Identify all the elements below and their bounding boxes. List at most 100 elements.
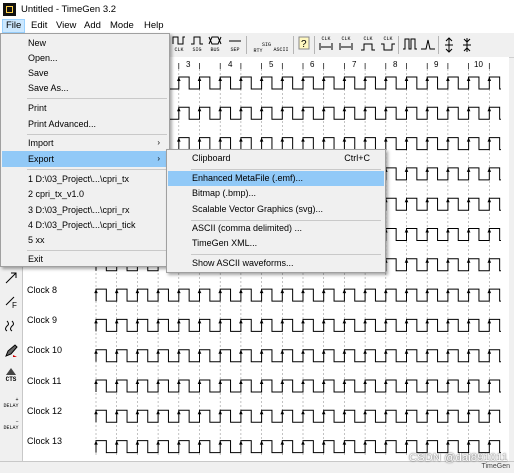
rising-edge-arrow xyxy=(197,349,202,354)
rising-edge-arrow xyxy=(404,137,409,142)
rising-edge-arrow xyxy=(425,228,429,233)
clk-edge-button[interactable]: CLK xyxy=(318,36,334,53)
file-menu: New Open... Save Save As... Print Print … xyxy=(0,33,170,267)
add-separator-button[interactable]: SEP xyxy=(228,36,242,53)
rising-edge-arrow xyxy=(363,440,367,445)
menu-file[interactable]: File xyxy=(2,19,26,33)
signal-name[interactable]: Clock 8 xyxy=(27,285,57,295)
cts-label: CTS xyxy=(5,376,17,383)
cts-button[interactable]: CTS xyxy=(0,367,22,387)
signal-name[interactable]: Clock 10 xyxy=(27,345,62,355)
rising-edge-arrow xyxy=(425,198,429,203)
menu-item-import[interactable]: Import › xyxy=(2,135,168,151)
menu-item-recent-1[interactable]: 1 D:\03_Project\...\cpri_tx xyxy=(2,171,168,187)
rising-edge-arrow xyxy=(321,319,326,324)
clock-waveform[interactable] xyxy=(95,409,501,423)
clock-waveform[interactable] xyxy=(95,349,501,363)
help-pointer-button[interactable]: ? xyxy=(298,36,310,53)
menu-item-print-advanced[interactable]: Print Advanced... xyxy=(2,116,168,132)
clock-waveform[interactable] xyxy=(95,318,501,332)
menu-add[interactable]: Add xyxy=(81,19,104,33)
add-delay-button[interactable]: + DELAY xyxy=(0,391,22,411)
rising-edge-arrow xyxy=(177,107,181,112)
rising-edge-arrow xyxy=(259,137,264,142)
rising-edge-arrow xyxy=(197,77,202,81)
zoom-vertical-icon[interactable] xyxy=(442,37,456,55)
menu-item-open[interactable]: Open... xyxy=(2,50,168,66)
clk-high-button[interactable]: CLK xyxy=(360,36,376,53)
export-item-svg[interactable]: Scalable Vector Graphics (svg)... xyxy=(168,202,384,217)
rising-edge-arrow xyxy=(342,137,347,142)
rising-edge-arrow xyxy=(487,289,492,294)
menu-item-exit[interactable]: Exit xyxy=(2,251,168,267)
menu-item-print[interactable]: Print xyxy=(2,100,168,116)
export-item-ascii[interactable]: ASCII (comma delimited) ... xyxy=(168,221,384,236)
toolbar-divider xyxy=(438,36,439,54)
pen-button[interactable] xyxy=(0,343,22,363)
export-item-timegen-xml[interactable]: TimeGen XML... xyxy=(168,236,384,251)
export-item-bmp[interactable]: Bitmap (.bmp)... xyxy=(168,186,384,201)
menu-item-recent-3[interactable]: 3 D:\03_Project\...\cpri_rx xyxy=(2,202,168,218)
rising-edge-arrow xyxy=(280,440,285,445)
clk-low-button[interactable]: CLK xyxy=(380,36,396,53)
signal-name[interactable]: Clock 11 xyxy=(27,376,61,386)
svg-text:?: ? xyxy=(301,39,307,50)
zoom-compress-icon[interactable] xyxy=(460,37,474,55)
draw-arrow-button[interactable] xyxy=(0,271,22,291)
menu-item-save-as[interactable]: Save As... xyxy=(2,80,168,96)
menu-separator xyxy=(27,169,167,170)
rising-edge-arrow xyxy=(384,440,388,445)
rising-edge-arrow xyxy=(446,440,450,445)
add-clock-button[interactable]: CLK xyxy=(172,36,186,53)
menu-item-recent-5[interactable]: 5 xx xyxy=(2,232,168,248)
rising-edge-arrow xyxy=(197,319,202,324)
ascii-button[interactable]: ASCII xyxy=(272,36,290,53)
menu-help[interactable]: Help xyxy=(141,19,167,33)
rising-edge-arrow xyxy=(384,77,388,81)
rising-edge-arrow xyxy=(218,410,222,415)
export-item-show-ascii[interactable]: Show ASCII waveforms... xyxy=(168,256,384,271)
menu-item-recent-2[interactable]: 2 cpri_tx_v1.0 xyxy=(2,186,168,202)
rising-edge-arrow xyxy=(321,107,326,112)
rising-edge-arrow xyxy=(197,107,202,112)
rising-edge-arrow xyxy=(466,258,471,263)
signal-retry-button[interactable]: SIG RTY xyxy=(250,36,271,54)
rising-edge-arrow xyxy=(259,77,264,81)
menu-item-new[interactable]: New xyxy=(2,35,168,51)
menu-item-export[interactable]: Export › xyxy=(2,151,168,167)
clock-waveform[interactable] xyxy=(95,288,501,302)
rising-edge-arrow xyxy=(487,258,492,263)
signal-name[interactable]: Clock 9 xyxy=(27,315,57,325)
menu-edit[interactable]: Edit xyxy=(28,19,50,33)
remove-delay-label: − DELAY xyxy=(3,419,19,431)
fall-arrow-icon: F xyxy=(5,296,17,309)
rising-edge-arrow xyxy=(342,319,347,324)
rising-edge-arrow xyxy=(156,349,160,354)
rising-edge-arrow xyxy=(94,289,98,294)
rising-edge-arrow xyxy=(446,258,450,263)
clk-edge-2-button[interactable]: CLK xyxy=(338,36,354,53)
pulse-icon[interactable] xyxy=(402,37,418,53)
rising-edge-arrow xyxy=(425,258,429,263)
menu-view[interactable]: View xyxy=(53,19,79,33)
add-signal-button[interactable]: SIG xyxy=(190,36,204,53)
clock-waveform[interactable] xyxy=(95,379,501,393)
squiggle-button[interactable] xyxy=(0,319,22,339)
rising-edge-arrow xyxy=(321,440,326,445)
clock-waveform[interactable] xyxy=(95,440,501,454)
add-bus-button[interactable]: BUS xyxy=(208,36,222,53)
export-item-emf[interactable]: Enhanced MetaFile (.emf)... xyxy=(168,171,384,186)
draw-fall-arrow-button[interactable]: F xyxy=(0,293,22,313)
rising-edge-arrow xyxy=(177,137,181,142)
signal-name[interactable]: Clock 13 xyxy=(27,436,62,446)
export-item-clipboard[interactable]: Clipboard Ctrl+C xyxy=(168,151,384,166)
spike-icon[interactable] xyxy=(420,37,436,53)
menu-item-save[interactable]: Save xyxy=(2,65,168,81)
rising-edge-arrow xyxy=(384,319,388,324)
menu-mode[interactable]: Mode xyxy=(107,19,137,33)
rising-edge-arrow xyxy=(342,349,347,354)
menu-item-recent-4[interactable]: 4 D:\03_Project\...\cpri_tick xyxy=(2,217,168,233)
remove-delay-button[interactable]: − DELAY xyxy=(0,413,22,433)
signal-name[interactable]: Clock 12 xyxy=(27,406,62,416)
rising-edge-arrow xyxy=(239,410,243,415)
